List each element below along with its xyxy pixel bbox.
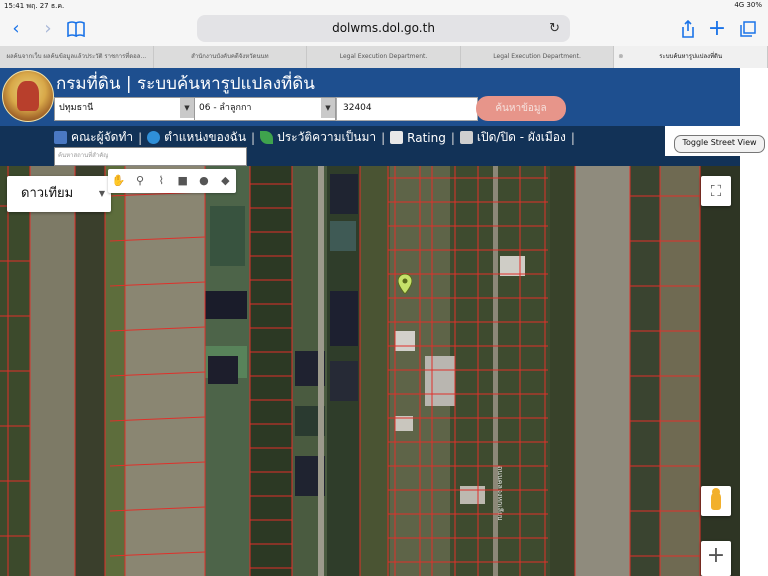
map-imagery: ถนนคลองหกเลียบ xyxy=(0,166,740,576)
menu-label: เปิด/ปิด - ผังเมือง xyxy=(476,130,566,144)
status-battery: 4G 30% xyxy=(734,1,762,9)
hand-icon[interactable]: ✋ xyxy=(108,169,129,193)
new-tab-icon[interactable]: + xyxy=(705,17,729,41)
rectangle-icon[interactable]: ■ xyxy=(172,169,193,193)
forward-icon[interactable]: › xyxy=(36,17,60,41)
tab-label: ผลค้นจากเว็บ ผลค้นข้อมูลแล้วประวัติ ราชก… xyxy=(6,53,147,60)
menu-item-rating[interactable]: Rating xyxy=(390,131,446,145)
parcel-number-input[interactable]: 32404 xyxy=(336,97,478,121)
satellite-map[interactable]: ถนนคลองหกเลียบ xyxy=(0,166,740,576)
bookmarks-icon[interactable] xyxy=(64,17,88,41)
page-title: กรมที่ดิน | ระบบค้นหารูปแปลงที่ดิน xyxy=(56,74,315,94)
chart-icon xyxy=(390,131,404,144)
drawing-toolbar: ✋ ⚲ ⌇ ■ ● ◆ xyxy=(108,169,236,193)
menu-bar: คณะผู้จัดทำ | ตำแหน่งของฉัน | ประวัติควา… xyxy=(0,126,740,166)
tabs-icon[interactable] xyxy=(736,17,760,41)
place-search-input[interactable]: ค้นหาสถานที่สำคัญ xyxy=(54,147,247,166)
url-bar[interactable]: dolwms.dol.go.th ↻ xyxy=(197,15,570,42)
globe-icon xyxy=(147,131,161,144)
tab-label: Legal Execution Department. xyxy=(493,53,581,60)
tab-strip: ผลค้นจากเว็บ ผลค้นข้อมูลแล้วประวัติ ราชก… xyxy=(0,46,768,68)
browser-toolbar: ‹ › dolwms.dol.go.th ↻ + xyxy=(0,12,768,46)
menu-label: ตำแหน่งของฉัน xyxy=(164,130,247,144)
browser-tab[interactable]: สำนักงานบังคับคดีจังหวัดนนท xyxy=(154,46,308,68)
leaf-icon xyxy=(260,131,274,144)
browser-tab[interactable]: Legal Execution Department. xyxy=(307,46,461,68)
menu-item-city-plan[interactable]: เปิด/ปิด - ผังเมือง xyxy=(459,128,566,147)
polyline-icon[interactable]: ⌇ xyxy=(151,169,172,193)
polygon-icon[interactable]: ◆ xyxy=(215,169,236,193)
province-value: ปทุมธานี xyxy=(59,103,94,113)
chevron-down-icon: ▼ xyxy=(98,189,105,198)
location-pin-icon[interactable] xyxy=(398,274,412,294)
menu-label: คณะผู้จัดทำ xyxy=(71,130,134,144)
province-select[interactable]: ปทุมธานี ▼ xyxy=(54,97,195,121)
status-bar: 15:41 พฤ. 27 ธ.ค. 4G 30% xyxy=(0,0,768,12)
search-button[interactable]: ค้นหาข้อมูล xyxy=(476,96,566,121)
status-time: 15:41 พฤ. 27 ธ.ค. xyxy=(4,2,65,10)
menu-label: ประวัติความเป็นมา xyxy=(277,130,377,144)
map-type-select[interactable]: ดาวเทียม ▼ xyxy=(7,176,111,212)
chevron-down-icon: ▼ xyxy=(180,98,194,118)
back-icon[interactable]: ‹ xyxy=(4,17,28,41)
dol-logo xyxy=(2,70,54,122)
share-icon[interactable] xyxy=(676,17,700,41)
fullscreen-icon[interactable]: ⛶ xyxy=(701,176,731,206)
close-tab-icon[interactable]: ⊗ xyxy=(618,46,623,68)
url-text: dolwms.dol.go.th xyxy=(332,21,435,35)
zoom-in-button[interactable]: + xyxy=(701,541,731,576)
main-menu: คณะผู้จัดทำ | ตำแหน่งของฉัน | ประวัติควา… xyxy=(54,128,580,147)
menu-item-team[interactable]: คณะผู้จัดทำ xyxy=(54,128,133,147)
browser-tab[interactable]: Legal Execution Department. xyxy=(461,46,615,68)
pegman-icon[interactable] xyxy=(701,486,731,516)
chevron-down-icon: ▼ xyxy=(321,98,335,118)
circle-icon[interactable]: ● xyxy=(193,169,214,193)
menu-item-history[interactable]: ประวัติความเป็นมา xyxy=(260,128,376,147)
tab-label: Legal Execution Department. xyxy=(339,53,428,60)
toggle-street-view-button[interactable]: Toggle Street View xyxy=(674,135,765,153)
tab-label: ระบบค้นหารูปแปลงที่ดิน xyxy=(659,53,723,60)
marker-icon[interactable]: ⚲ xyxy=(129,169,150,193)
site-header: กรมที่ดิน | ระบบค้นหารูปแปลงที่ดิน ปทุมธ… xyxy=(0,68,740,126)
district-value: 06 - ลำลูกกา xyxy=(199,103,252,113)
team-icon xyxy=(54,131,67,144)
map-type-label: ดาวเทียม xyxy=(21,186,74,201)
browser-tab-active[interactable]: ⊗ ระบบค้นหารูปแปลงที่ดิน xyxy=(614,46,768,68)
district-select[interactable]: 06 - ลำลูกกา ▼ xyxy=(194,97,336,121)
reload-icon[interactable]: ↻ xyxy=(549,15,560,42)
tab-label: สำนักงานบังคับคดีจังหวัดนนท xyxy=(191,53,269,60)
road-label: ถนนคลองหกเลียบ xyxy=(496,466,504,520)
toggle-icon xyxy=(459,131,473,144)
menu-item-my-location[interactable]: ตำแหน่งของฉัน xyxy=(147,128,246,147)
browser-tab[interactable]: ผลค้นจากเว็บ ผลค้นข้อมูลแล้วประวัติ ราชก… xyxy=(0,46,154,68)
menu-label: Rating xyxy=(407,130,446,145)
